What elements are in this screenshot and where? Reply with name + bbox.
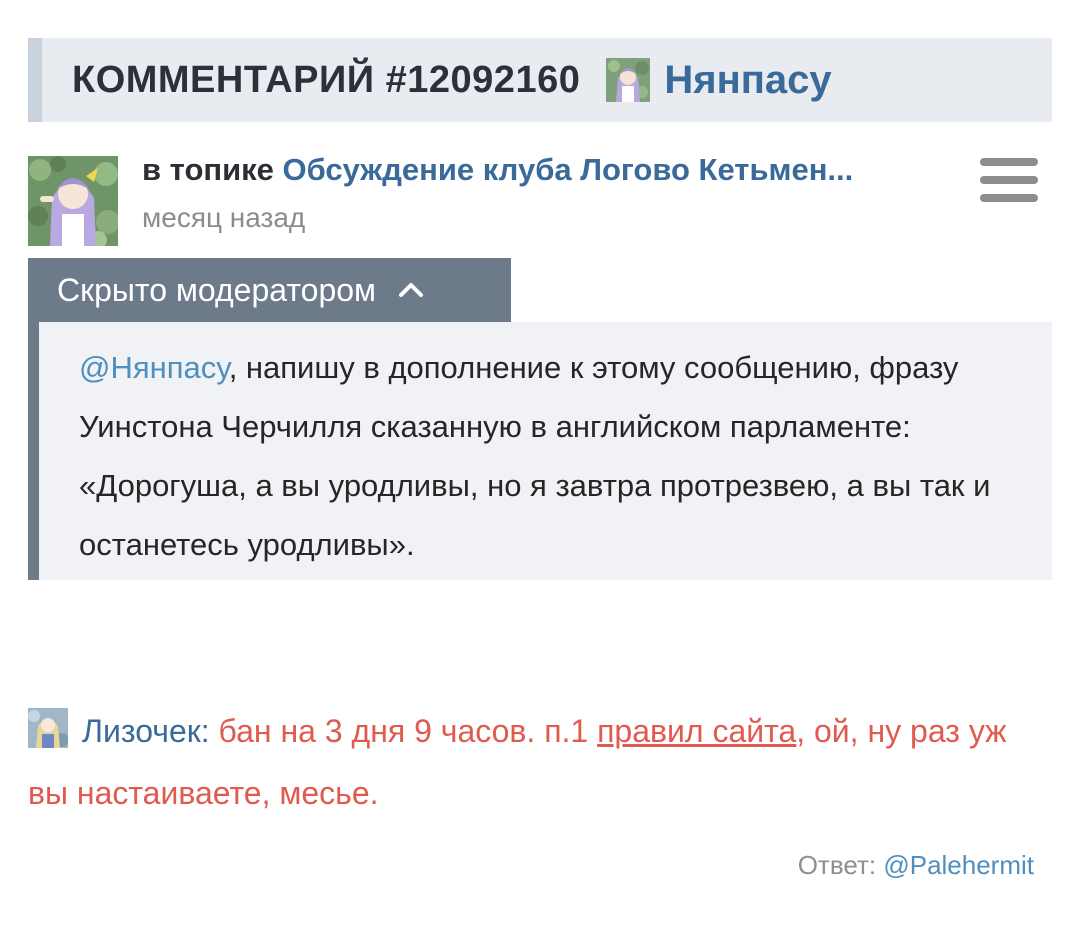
comment-header: КОММЕНТАРИЙ #12092160 Нянпасу [28,38,1052,122]
comment-author-link[interactable]: Нянпасу [664,58,831,103]
hamburger-menu-icon[interactable] [980,158,1038,202]
chevron-up-icon [399,283,424,297]
topic-prefix: в топике [142,152,274,187]
reply-label: Ответ: [797,850,877,880]
hidden-comment-body: @Нянпасу, напишу в дополнение к этому со… [28,322,1052,580]
comment-title: КОММЕНТАРИЙ #12092160 [72,58,581,101]
reply-mention-link[interactable]: @Palehermit [883,850,1034,880]
comment-timestamp[interactable]: месяц назад [142,202,305,234]
reply-line: Ответ: @Palehermit [798,850,1034,881]
topic-line: в топике Обсуждение клуба Логово Кетьмен… [142,148,942,192]
moderator-note: Лизочек: бан на 3 дня 9 часов. п.1 прави… [28,700,1038,824]
menu-bar [980,194,1038,202]
moderator-text-before: бан на 3 дня 9 часов. п.1 [209,713,598,749]
site-rules-link[interactable]: правил сайта [597,713,796,749]
user-avatar-small[interactable] [606,58,651,102]
moderator-name-link[interactable]: Лизочек [82,713,201,749]
moderator-avatar[interactable] [28,708,68,748]
menu-bar [980,176,1038,184]
moderator-colon: : [200,713,210,749]
hidden-label: Скрыто модератором [57,271,377,308]
comment-text: @Нянпасу, напишу в дополнение к этому со… [79,338,1022,574]
menu-bar [980,158,1038,166]
hidden-by-moderator-toggle[interactable]: Скрыто модератором [28,258,511,322]
user-mention-link[interactable]: @Нянпасу [79,350,229,385]
topic-link[interactable]: Обсуждение клуба Логово Кетьмен... [283,152,854,187]
author-avatar[interactable] [28,156,118,246]
